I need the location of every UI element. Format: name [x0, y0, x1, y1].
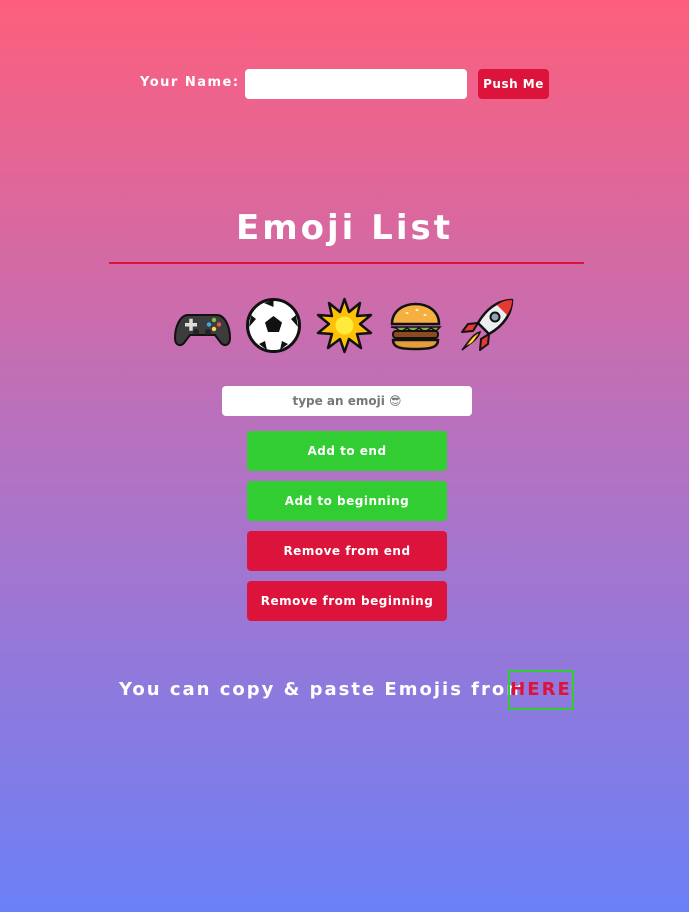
hamburger-icon [387, 297, 444, 354]
page-title: Emoji List [236, 208, 453, 248]
copy-paste-text: You can copy & paste Emojis from [119, 679, 528, 700]
add-to-beginning-button[interactable]: Add to beginning [247, 481, 447, 521]
copy-paste-footer: You can copy & paste Emojis from HERE [0, 670, 689, 710]
name-input[interactable] [245, 69, 467, 99]
add-to-end-button[interactable]: Add to end [247, 431, 447, 471]
title-divider [109, 262, 584, 264]
name-label: Your Name: [140, 75, 240, 90]
push-me-button[interactable]: Push Me [478, 69, 549, 99]
explosion-icon [316, 297, 373, 354]
emoji-list [0, 290, 689, 360]
soccer-ball-icon [245, 297, 302, 354]
remove-from-beginning-button[interactable]: Remove from beginning [247, 581, 447, 621]
name-form: Your Name: Push Me [0, 68, 689, 100]
remove-from-end-button[interactable]: Remove from end [247, 531, 447, 571]
rocket-icon [458, 297, 515, 354]
here-link[interactable]: HERE [508, 670, 574, 710]
emoji-input[interactable] [222, 386, 472, 416]
game-controller-icon [174, 297, 231, 354]
